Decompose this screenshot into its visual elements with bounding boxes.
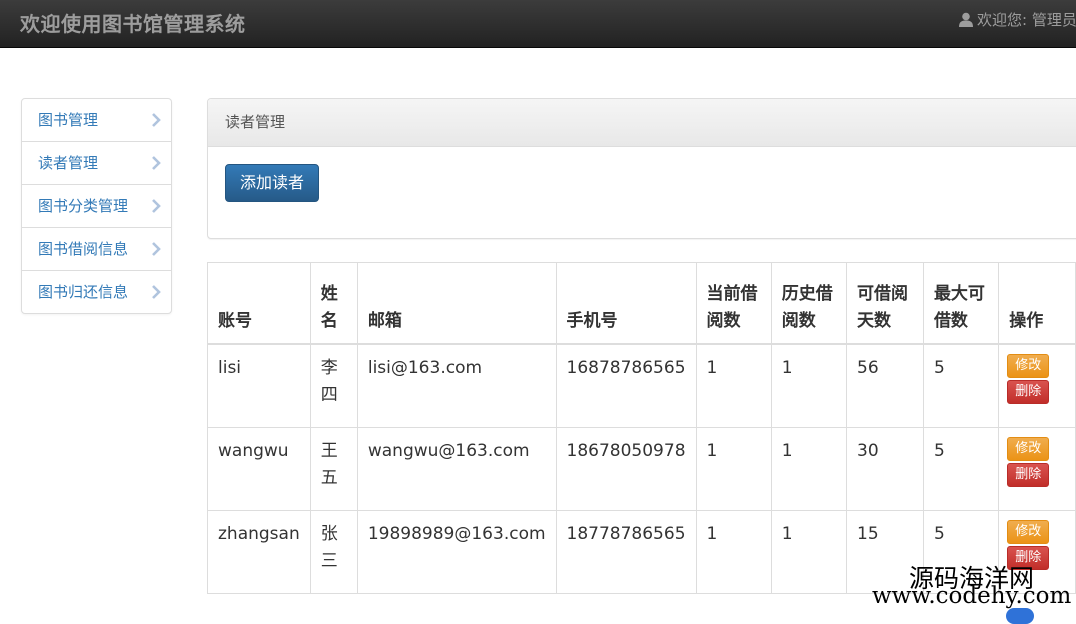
column-header-name: 姓名	[309, 262, 358, 345]
user-icon	[959, 12, 973, 27]
chevron-right-icon	[152, 156, 161, 170]
chevron-right-icon	[152, 242, 161, 256]
cell-account: wangwu	[207, 427, 311, 511]
user-menu[interactable]: 欢迎您: 管理员	[959, 9, 1076, 30]
cell-history-borrow: 1	[770, 510, 848, 594]
delete-button[interactable]: 删除	[1007, 463, 1050, 487]
column-header-history-borrow: 历史借阅数	[770, 262, 848, 345]
sidebar-item-book-management[interactable]: 图书管理	[22, 99, 171, 141]
cell-borrow-days: 56	[846, 343, 924, 428]
cell-borrow-days: 30	[846, 427, 924, 511]
cell-account: zhangsan	[207, 510, 311, 594]
delete-button[interactable]: 删除	[1007, 380, 1050, 404]
top-navbar: 欢迎使用图书馆管理系统 欢迎您: 管理员	[0, 0, 1076, 48]
column-header-account: 账号	[207, 262, 311, 345]
sidebar-nav: 图书管理 读者管理 图书分类管理 图书借阅信息 图书归还信息	[21, 98, 172, 314]
floating-badge[interactable]	[1006, 608, 1034, 624]
edit-button[interactable]: 修改	[1007, 437, 1050, 461]
add-reader-button[interactable]: 添加读者	[225, 164, 320, 202]
edit-button[interactable]: 修改	[1007, 520, 1050, 544]
sidebar-item-reader-management[interactable]: 读者管理	[22, 141, 171, 184]
chevron-right-icon	[152, 285, 161, 299]
column-header-email: 邮箱	[356, 262, 557, 345]
watermark-url: www.codehy.com	[872, 583, 1072, 609]
cell-phone: 18678050978	[555, 427, 697, 511]
cell-current-borrow: 1	[695, 343, 772, 428]
table-row: wangwu 王五 wangwu@163.com 18678050978 1 1…	[207, 427, 1076, 511]
user-greeting: 欢迎您: 管理员	[977, 11, 1076, 29]
sidebar-item-label: 读者管理	[38, 154, 99, 172]
reader-panel: 读者管理 添加读者	[207, 98, 1076, 239]
table-header-row: 账号 姓名 邮箱 手机号 当前借阅数 历史借阅数 可借阅天数 最大可借数 操作	[207, 262, 1076, 345]
sidebar-item-category-management[interactable]: 图书分类管理	[22, 184, 171, 227]
cell-max-borrow: 5	[922, 427, 1000, 511]
app-title[interactable]: 欢迎使用图书馆管理系统	[20, 8, 246, 37]
column-header-borrow-days: 可借阅天数	[846, 262, 924, 345]
cell-actions: 修改 删除	[998, 427, 1076, 511]
cell-name: 张三	[309, 510, 358, 594]
sidebar-item-borrow-info[interactable]: 图书借阅信息	[22, 227, 171, 270]
cell-email: 19898989@163.com	[356, 510, 557, 594]
panel-title: 读者管理	[208, 99, 1076, 147]
sidebar-item-label: 图书归还信息	[38, 283, 129, 301]
cell-phone: 16878786565	[555, 343, 697, 428]
cell-phone: 18778786565	[555, 510, 697, 594]
column-header-actions: 操作	[998, 262, 1076, 345]
cell-max-borrow: 5	[922, 343, 1000, 428]
sidebar-item-label: 图书分类管理	[38, 197, 129, 215]
sidebar-item-return-info[interactable]: 图书归还信息	[22, 270, 171, 313]
cell-current-borrow: 1	[695, 510, 772, 594]
cell-history-borrow: 1	[770, 343, 848, 428]
reader-table: 账号 姓名 邮箱 手机号 当前借阅数 历史借阅数 可借阅天数 最大可借数 操作 …	[207, 262, 1076, 594]
cell-email: wangwu@163.com	[356, 427, 557, 511]
sidebar-item-label: 图书管理	[38, 111, 99, 129]
cell-email: lisi@163.com	[356, 343, 557, 428]
sidebar-item-label: 图书借阅信息	[38, 240, 129, 258]
column-header-max-borrow: 最大可借数	[922, 262, 1000, 345]
cell-history-borrow: 1	[770, 427, 848, 511]
cell-current-borrow: 1	[695, 427, 772, 511]
chevron-right-icon	[152, 199, 161, 213]
column-header-phone: 手机号	[555, 262, 697, 345]
column-header-current-borrow: 当前借阅数	[695, 262, 772, 345]
chevron-right-icon	[152, 113, 161, 127]
cell-actions: 修改 删除	[998, 343, 1076, 428]
cell-name: 王五	[309, 427, 358, 511]
cell-account: lisi	[207, 343, 311, 428]
table-row: lisi 李四 lisi@163.com 16878786565 1 1 56 …	[207, 343, 1076, 428]
cell-name: 李四	[309, 343, 358, 428]
edit-button[interactable]: 修改	[1007, 354, 1050, 378]
